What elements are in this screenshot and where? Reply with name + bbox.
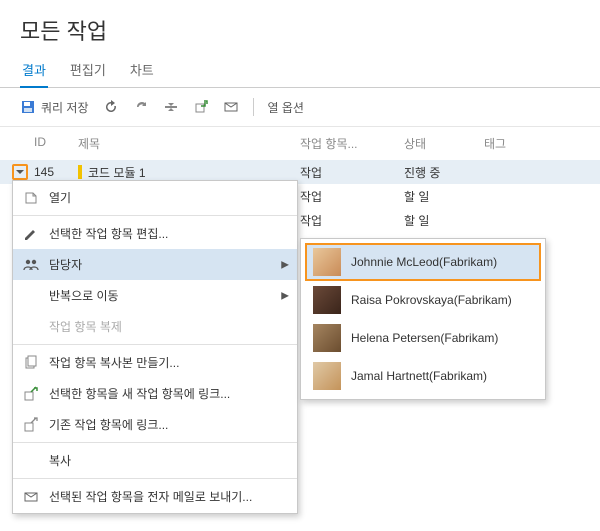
chevron-down-icon xyxy=(16,168,24,176)
column-header-work-item[interactable]: 작업 항목... xyxy=(300,135,404,152)
toolbar: 쿼리 저장 열 옵션 xyxy=(0,88,600,127)
assignee-item[interactable]: Jamal Hartnett(Fabrikam) xyxy=(305,357,541,395)
refresh-icon xyxy=(103,99,119,115)
avatar xyxy=(313,362,341,390)
add-icon xyxy=(193,99,209,115)
collapse-icon xyxy=(163,99,179,115)
avatar xyxy=(313,248,341,276)
row-type: 작업 xyxy=(300,164,404,181)
save-query-button[interactable]: 쿼리 저장 xyxy=(20,99,89,116)
column-options-label: 열 옵션 xyxy=(268,99,304,116)
menu-separator xyxy=(13,478,297,479)
menu-email-label: 선택된 작업 항목을 전자 메일로 보내기... xyxy=(49,488,252,505)
blank-icon xyxy=(23,319,39,335)
envelope-icon xyxy=(23,489,39,505)
assignee-name: Johnnie McLeod(Fabrikam) xyxy=(351,255,497,269)
tab-results[interactable]: 결과 xyxy=(20,54,48,87)
column-headers: ID 제목 작업 항목... 상태 태그 xyxy=(0,127,600,160)
menu-edit-selected[interactable]: 선택한 작업 항목 편집... xyxy=(13,218,297,249)
page-title: 모든 작업 xyxy=(0,0,600,54)
menu-separator xyxy=(13,215,297,216)
redo-arrow-icon xyxy=(133,99,149,115)
menu-link-existing[interactable]: 기존 작업 항목에 링크... xyxy=(13,409,297,440)
menu-link-existing-label: 기존 작업 항목에 링크... xyxy=(49,416,168,433)
menu-assigned-label: 담당자 xyxy=(49,256,82,273)
row-context-toggle[interactable] xyxy=(12,164,28,180)
row-title-text: 코드 모듈 1 xyxy=(88,164,146,181)
blank-icon xyxy=(23,453,39,469)
menu-separator xyxy=(13,344,297,345)
work-item-color-bar xyxy=(78,165,82,179)
save-query-label: 쿼리 저장 xyxy=(41,99,89,116)
row-type: 작업 xyxy=(300,188,404,205)
link-new-icon xyxy=(23,386,39,402)
refresh-button[interactable] xyxy=(103,99,119,115)
menu-assigned-to[interactable]: 담당자 ▶ xyxy=(13,249,297,280)
menu-copy[interactable]: 복사 xyxy=(13,445,297,476)
row-state: 할 일 xyxy=(404,188,484,205)
link-existing-icon xyxy=(23,417,39,433)
row-type: 작업 xyxy=(300,212,404,229)
people-icon xyxy=(23,257,39,273)
email-button[interactable] xyxy=(223,99,239,115)
collapse-button[interactable] xyxy=(163,99,179,115)
assignee-name: Jamal Hartnett(Fabrikam) xyxy=(351,369,487,383)
row-state: 할 일 xyxy=(404,212,484,229)
menu-copy-label: 복사 xyxy=(49,452,71,469)
row-state: 진행 중 xyxy=(404,164,484,181)
menu-create-copy-label: 작업 항목 복사본 만들기... xyxy=(49,354,179,371)
redo-button[interactable] xyxy=(133,99,149,115)
menu-duplicate: 작업 항목 복제 xyxy=(13,311,297,342)
column-options-button[interactable]: 열 옵션 xyxy=(268,99,304,116)
save-icon xyxy=(20,99,36,115)
menu-move-label: 반복으로 이동 xyxy=(49,287,119,304)
add-button[interactable] xyxy=(193,99,209,115)
assignee-name: Helena Petersen(Fabrikam) xyxy=(351,331,498,345)
avatar xyxy=(313,286,341,314)
menu-separator xyxy=(13,442,297,443)
assignee-item[interactable]: Raisa Pokrovskaya(Fabrikam) xyxy=(305,281,541,319)
menu-link-new-label: 선택한 항목을 새 작업 항목에 링크... xyxy=(49,385,230,402)
assignee-item[interactable]: Johnnie McLeod(Fabrikam) xyxy=(305,243,541,281)
assignee-name: Raisa Pokrovskaya(Fabrikam) xyxy=(351,293,512,307)
pencil-icon xyxy=(23,226,39,242)
menu-link-new[interactable]: 선택한 항목을 새 작업 항목에 링크... xyxy=(13,378,297,409)
row-id: 145 xyxy=(34,165,78,179)
row-context-menu: 열기 선택한 작업 항목 편집... 담당자 ▶ 반복으로 이동 ▶ 작업 항목… xyxy=(12,180,298,514)
assignee-item[interactable]: Helena Petersen(Fabrikam) xyxy=(305,319,541,357)
menu-email-selected[interactable]: 선택된 작업 항목을 전자 메일로 보내기... xyxy=(13,481,297,512)
column-header-id[interactable]: ID xyxy=(34,135,78,152)
menu-move-to-iteration[interactable]: 반복으로 이동 ▶ xyxy=(13,280,297,311)
menu-open-label: 열기 xyxy=(49,189,71,206)
open-icon xyxy=(23,190,39,206)
column-header-tags[interactable]: 태그 xyxy=(484,135,554,152)
toolbar-separator xyxy=(253,98,254,116)
tab-editor[interactable]: 편집기 xyxy=(68,54,108,87)
submenu-arrow-icon: ▶ xyxy=(281,290,289,301)
blank-icon xyxy=(23,288,39,304)
row-title: 코드 모듈 1 xyxy=(78,164,300,181)
menu-edit-label: 선택한 작업 항목 편집... xyxy=(49,225,168,242)
menu-open[interactable]: 열기 xyxy=(13,182,297,213)
assignee-submenu: Johnnie McLeod(Fabrikam) Raisa Pokrovska… xyxy=(300,238,546,400)
column-header-state[interactable]: 상태 xyxy=(404,135,484,152)
avatar xyxy=(313,324,341,352)
column-header-title[interactable]: 제목 xyxy=(78,135,300,152)
tab-chart[interactable]: 차트 xyxy=(128,54,156,87)
copy-icon xyxy=(23,355,39,371)
envelope-icon xyxy=(223,99,239,115)
submenu-arrow-icon: ▶ xyxy=(281,259,289,270)
menu-duplicate-label: 작업 항목 복제 xyxy=(49,318,122,335)
tabs: 결과 편집기 차트 xyxy=(0,54,600,88)
menu-create-copy[interactable]: 작업 항목 복사본 만들기... xyxy=(13,347,297,378)
